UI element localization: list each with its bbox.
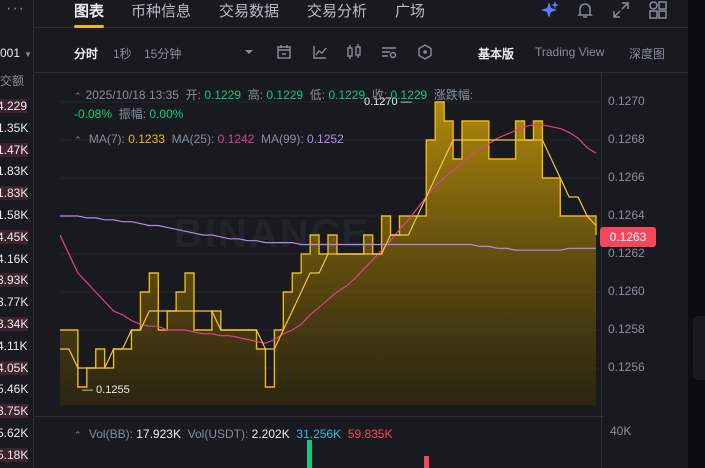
volume-cell: 3.34K	[0, 317, 29, 331]
ma25-value: 0.1242	[217, 132, 255, 146]
volume-cell: 4.05K	[0, 360, 29, 375]
pair-selector[interactable]: 001 ▼	[0, 46, 32, 60]
price-tick: 0.1260	[608, 284, 645, 298]
ohlc-date: 2025/10/18 13:35	[85, 88, 179, 102]
price-tick: 0.1264	[608, 208, 645, 222]
volume-column-header: 成交额	[0, 74, 25, 88]
price-axis: 0.1270 0.1268 0.1266 0.1264 0.1262 0.126…	[608, 90, 688, 420]
price-tick: 0.1258	[608, 322, 645, 336]
volume-cell: 4.16K	[0, 251, 29, 266]
volume-cell: 1.58K	[0, 208, 29, 222]
current-price-badge: 0.1263	[600, 227, 656, 247]
binance-watermark: BINANCE	[174, 212, 371, 256]
price-tick: 0.1262	[608, 246, 645, 260]
price-tick: 0.1270	[608, 94, 645, 108]
ma-legend: ⌃ MA(7): 0.1233 MA(25): 0.1242 MA(99): 0…	[74, 132, 344, 146]
collapse-caret-icon[interactable]: ⌃	[74, 91, 82, 101]
volume-cell: 1.83K	[0, 164, 29, 179]
ma99-value: 0.1252	[307, 132, 344, 146]
change-value: -0.08%	[74, 107, 113, 121]
volume-cell: 3.77K	[0, 295, 29, 310]
volume-collapse-caret-icon[interactable]: ⌃	[74, 430, 82, 440]
ma-collapse-caret-icon[interactable]: ⌃	[74, 135, 82, 145]
more-dots-icon[interactable]: ···	[6, 0, 25, 18]
high-label: 高:	[247, 88, 264, 102]
amplitude-value: 0.00%	[149, 107, 184, 121]
high-value: 0.1229	[266, 88, 304, 102]
vol-ma2-value: 59.835K	[347, 427, 393, 441]
volume-cell: 5.18K	[0, 447, 29, 462]
volume-cell: 3.93K	[0, 273, 29, 288]
low-marker: — 0.1255	[82, 384, 130, 396]
left-market-panel: ··· 001▼ 成交额 4.229 1.35K 1.47K 1.83K 1.83K 1.…	[0, 0, 34, 468]
close-value: 0.1229	[390, 88, 428, 102]
caret-down-icon: ▼	[24, 50, 32, 59]
volume-cell: 5.62K	[0, 426, 29, 440]
ohlc-info: ⌃ 2025/10/18 13:35 开: 0.1229 高: 0.1229 低:…	[74, 86, 594, 123]
ma7-value: 0.1233	[128, 132, 165, 146]
volume-cell: 4.229	[0, 99, 28, 113]
vol-bb-label: Vol(BB):	[88, 427, 133, 441]
low-label: 低:	[309, 88, 326, 102]
volume-cell: 4.11K	[0, 338, 28, 353]
volume-cell: 4.45K	[0, 229, 29, 244]
open-label: 开:	[185, 88, 201, 102]
scroll-handle[interactable]	[693, 316, 705, 380]
open-value: 0.1229	[204, 88, 242, 102]
ma7-label: MA(7):	[88, 132, 125, 146]
volume-axis-tick: 40K	[610, 424, 632, 438]
low-value: 0.1229	[328, 88, 366, 102]
change-label: 涨跌幅:	[433, 88, 474, 102]
volume-cell: 1.47K	[0, 142, 29, 157]
close-label: 收:	[371, 88, 388, 102]
volume-cell: 3.75K	[0, 404, 29, 419]
volume-cell: 5.46K	[0, 382, 29, 397]
price-tick: 0.1256	[608, 360, 645, 374]
volume-cell: 1.35K	[0, 120, 29, 135]
vol-usdt-value: 2.202K	[251, 427, 290, 441]
ma25-label: MA(25):	[171, 132, 215, 146]
right-scroll-strip	[688, 0, 705, 468]
vol-usdt-label: Vol(USDT):	[187, 427, 249, 441]
price-tick: 0.1266	[608, 170, 645, 184]
amplitude-label: 振幅:	[118, 107, 147, 121]
volume-legend: ⌃ Vol(BB): 17.923K Vol(USDT): 2.202K 31.…	[74, 427, 393, 441]
pair-label: 001	[0, 46, 21, 60]
ma99-label: MA(99):	[261, 132, 304, 146]
vol-bb-value: 17.923K	[136, 427, 181, 441]
volume-bar	[424, 456, 429, 468]
vol-ma1-value: 31.256K	[296, 427, 342, 441]
volume-cell: 1.83K	[0, 186, 29, 201]
volume-divider	[34, 416, 604, 417]
volume-bar	[307, 440, 312, 468]
chart-panel: 图表 币种信息 交易数据 交易分析 广场 分时 1秒 15分钟 基本版 Trad…	[34, 0, 688, 468]
price-tick: 0.1268	[608, 132, 645, 146]
